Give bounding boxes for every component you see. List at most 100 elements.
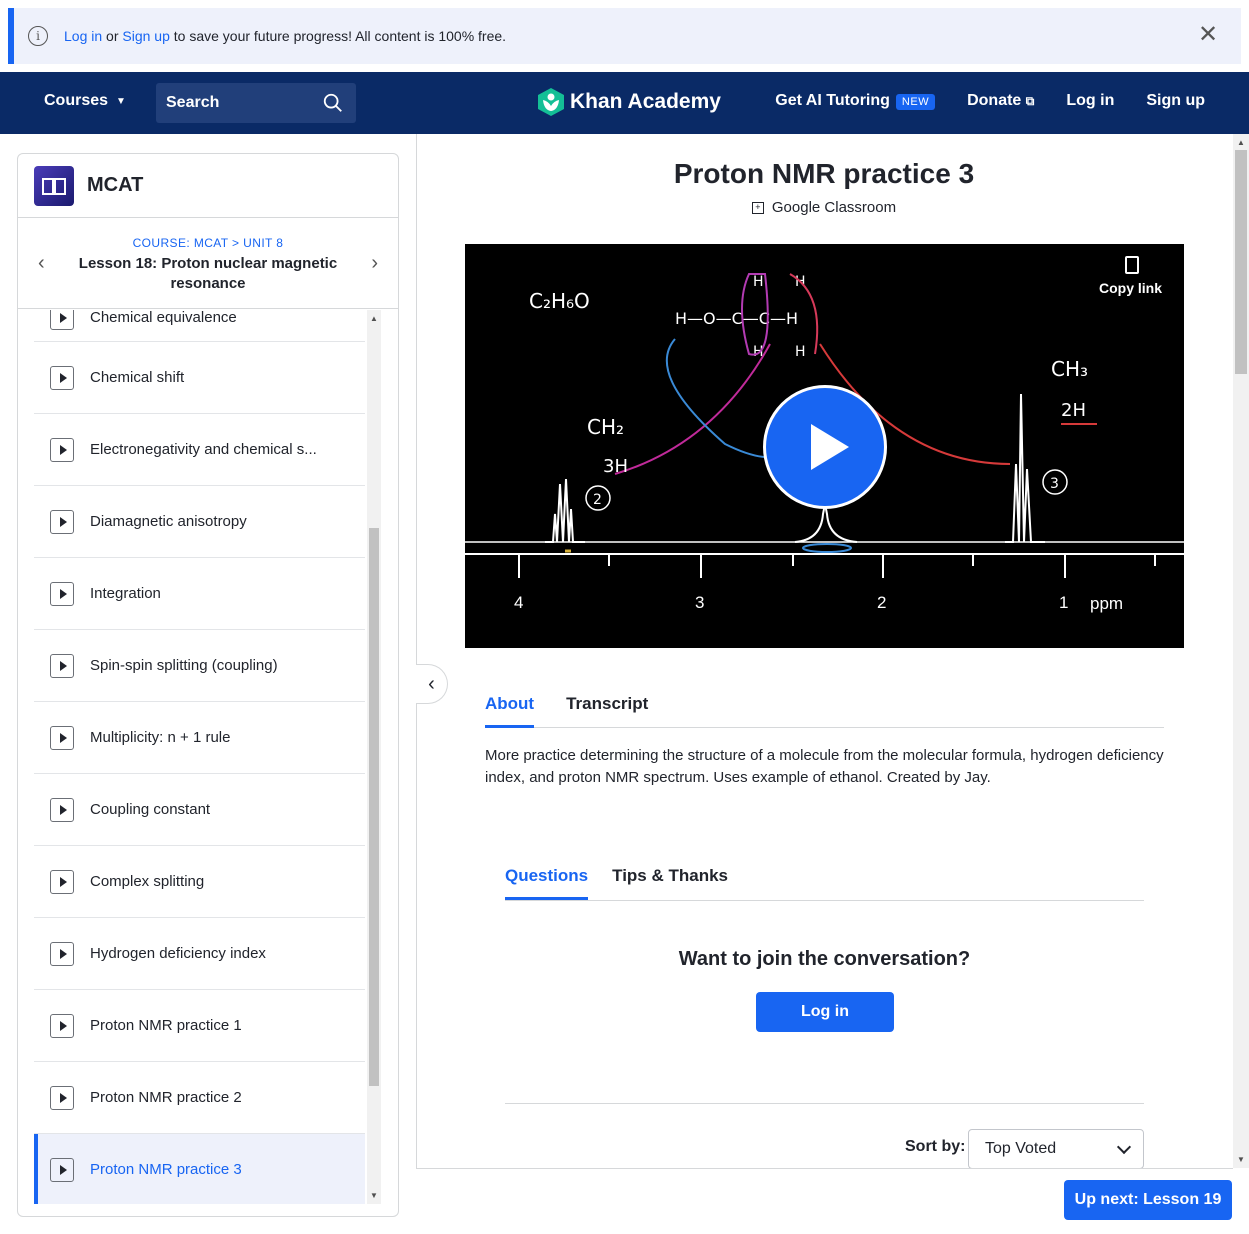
list-item[interactable]: Complex splitting	[34, 846, 365, 918]
tab-about[interactable]: About	[485, 692, 535, 728]
collapse-sidebar-button[interactable]: ‹	[416, 664, 448, 704]
google-classroom-button[interactable]: + Google Classroom	[416, 199, 1232, 216]
svg-text:H: H	[795, 344, 806, 360]
about-description: More practice determining the structure …	[485, 747, 1164, 786]
video-play-icon	[50, 1013, 74, 1038]
banner-login-link[interactable]: Log in	[64, 28, 102, 44]
divider	[505, 1103, 1144, 1104]
list-item[interactable]: Coupling constant	[34, 774, 365, 846]
two-h-label: 2H	[1061, 400, 1086, 421]
sidebar-header[interactable]: MCAT	[18, 154, 398, 218]
item-label: Spin-spin splitting (coupling)	[90, 657, 278, 674]
list-item[interactable]: Chemical equivalence	[34, 310, 365, 342]
search-icon	[323, 93, 342, 112]
item-label: Proton NMR practice 2	[90, 1089, 242, 1106]
courses-label: Courses	[44, 92, 109, 109]
discussion-tabs: Questions Tips & Thanks	[505, 864, 1144, 901]
list-item[interactable]: Diamagnetic anisotropy	[34, 486, 365, 558]
lesson-header: ‹ COURSE: MCAT > UNIT 8 Lesson 18: Proto…	[18, 218, 398, 309]
page-scrollbar[interactable]: ▲ ▼	[1233, 134, 1249, 1168]
chevron-down-icon: ▼	[116, 95, 126, 107]
donate-label: Donate	[967, 92, 1022, 109]
axis-tick-2: 2	[877, 593, 886, 612]
chevron-right-icon[interactable]: ›	[371, 252, 378, 275]
sort-by-label: Sort by:	[905, 1138, 966, 1155]
item-label: Diamagnetic anisotropy	[90, 513, 247, 530]
google-classroom-icon: +	[751, 201, 764, 214]
svg-text:H: H	[753, 274, 764, 290]
item-label: Proton NMR practice 1	[90, 1017, 242, 1034]
item-label: Coupling constant	[90, 801, 211, 818]
course-book-icon	[34, 165, 74, 206]
item-label: Complex splitting	[90, 873, 205, 890]
khan-academy-logo[interactable]: Khan Academy	[538, 88, 721, 116]
sidebar-scrollbar[interactable]: ▲ ▼	[367, 310, 381, 1204]
list-item[interactable]: Chemical shift	[34, 342, 365, 414]
sort-selected-value: Top Voted	[985, 1140, 1057, 1157]
list-item[interactable]: Spin-spin splitting (coupling)	[34, 630, 365, 702]
scroll-up-arrow-icon[interactable]: ▲	[1237, 138, 1245, 147]
ai-tutoring-link[interactable]: Get AI Tutoring NEW	[775, 92, 936, 110]
list-item[interactable]: Hydrogen deficiency index	[34, 918, 365, 990]
google-classroom-label: Google Classroom	[771, 199, 897, 216]
chevron-left-icon[interactable]: ‹	[38, 252, 45, 275]
item-label: Chemical equivalence	[90, 310, 237, 326]
scrollbar-thumb[interactable]	[1235, 150, 1247, 374]
close-icon[interactable]: ✕	[1197, 23, 1219, 47]
khan-leaf-icon	[538, 88, 564, 116]
video-play-icon	[50, 509, 74, 534]
item-label: Integration	[90, 585, 161, 602]
copy-link-button[interactable]: Copy link	[1099, 256, 1162, 296]
axis-tick-3: 3	[695, 593, 704, 612]
video-player[interactable]: H—O—C—C—H H H H H C₂H₆O CH₂ 3H CH₃ 2H 2 …	[465, 244, 1184, 648]
tab-questions[interactable]: Questions	[505, 864, 589, 900]
banner-message: Log in or Sign up to save your future pr…	[64, 28, 506, 44]
video-play-icon	[50, 437, 74, 462]
donate-link[interactable]: Donate ⧉	[967, 92, 1034, 110]
logo-text: Khan Academy	[570, 90, 721, 113]
list-item[interactable]: Integration	[34, 558, 365, 630]
lesson-item-list: Chemical equivalence Chemical shift Elec…	[34, 310, 365, 1204]
search-input[interactable]: Search	[156, 83, 356, 123]
video-play-icon	[50, 725, 74, 750]
list-item[interactable]: Proton NMR practice 2	[34, 1062, 365, 1134]
video-play-icon	[50, 941, 74, 966]
tab-transcript[interactable]: Transcript	[566, 692, 648, 728]
video-play-icon	[50, 365, 74, 390]
tab-tips-thanks[interactable]: Tips & Thanks	[612, 864, 728, 900]
video-play-icon	[50, 1157, 74, 1182]
list-item[interactable]: Multiplicity: n + 1 rule	[34, 702, 365, 774]
login-button[interactable]: Log in	[756, 992, 894, 1032]
list-item[interactable]: Electronegativity and chemical s...	[34, 414, 365, 486]
chevron-down-icon	[1116, 1139, 1132, 1155]
nav-login-link[interactable]: Log in	[1066, 92, 1114, 110]
banner-text: to save your future progress! All conten…	[173, 28, 507, 44]
copy-icon	[1125, 256, 1140, 274]
up-next-button[interactable]: Up next: Lesson 19	[1064, 1180, 1232, 1220]
item-label: Electronegativity and chemical s...	[90, 441, 317, 458]
list-item[interactable]: Proton NMR practice 1	[34, 990, 365, 1062]
video-play-icon	[50, 869, 74, 894]
scroll-down-arrow-icon[interactable]: ▼	[370, 1191, 378, 1200]
axis-tick-1: 1	[1059, 593, 1068, 612]
external-link-icon: ⧉	[1025, 94, 1035, 108]
copy-link-label: Copy link	[1098, 280, 1162, 296]
nav-signup-link[interactable]: Sign up	[1146, 92, 1205, 110]
molecule-h-o: H—O—C—C—H	[675, 309, 798, 328]
video-play-icon	[50, 797, 74, 822]
scrollbar-thumb[interactable]	[369, 528, 379, 1086]
scroll-up-arrow-icon[interactable]: ▲	[370, 314, 378, 323]
signup-banner: i Log in or Sign up to save your future …	[8, 8, 1241, 64]
item-label: Multiplicity: n + 1 rule	[90, 729, 231, 746]
item-label: Chemical shift	[90, 369, 185, 386]
scroll-down-arrow-icon[interactable]: ▼	[1237, 1155, 1245, 1164]
list-item-active[interactable]: Proton NMR practice 3	[34, 1134, 365, 1204]
breadcrumb[interactable]: COURSE: MCAT > UNIT 8	[18, 218, 398, 250]
video-play-icon	[50, 1085, 74, 1110]
sort-select[interactable]: Top Voted	[968, 1129, 1144, 1169]
banner-signup-link[interactable]: Sign up	[122, 28, 169, 44]
course-sidebar: MCAT ‹ COURSE: MCAT > UNIT 8 Lesson 18: …	[17, 153, 399, 1217]
lesson-title: Lesson 18: Proton nuclear magnetic reson…	[78, 255, 338, 292]
courses-menu-button[interactable]: Courses ▼	[44, 92, 126, 110]
play-button[interactable]	[763, 385, 887, 509]
